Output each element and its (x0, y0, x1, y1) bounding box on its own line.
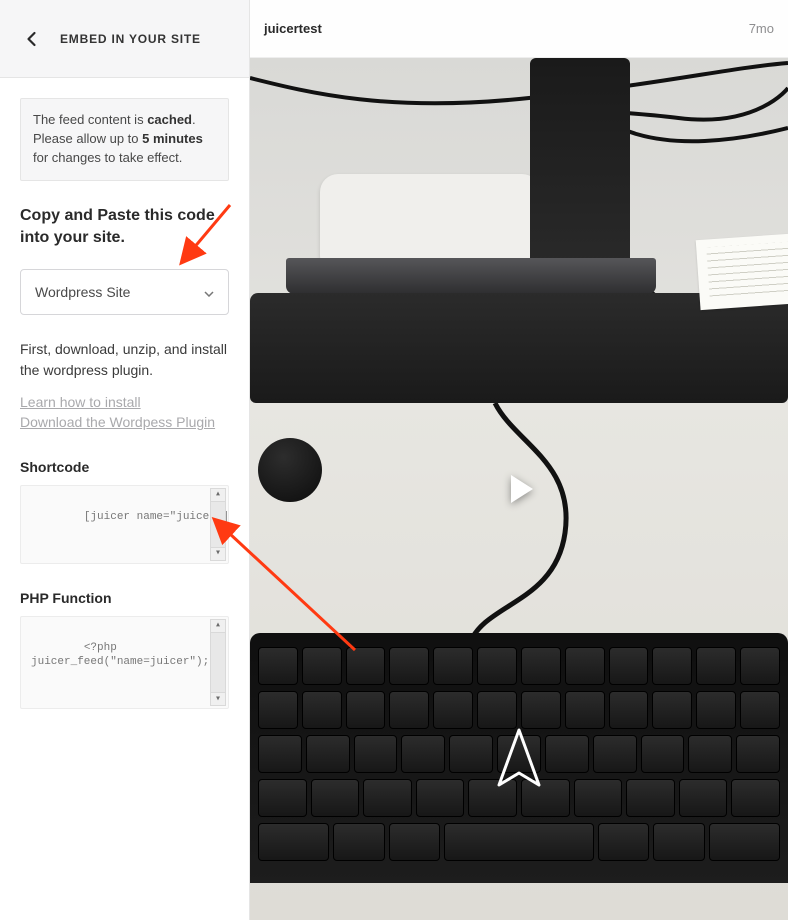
php-code: <?php juicer_feed("name=juicer"); ? (31, 642, 222, 668)
shortcode-block[interactable]: [juicer name="juicer"] ▴ ▾ (20, 485, 229, 564)
embed-sidebar: EMBED IN YOUR SITE The feed content is c… (0, 0, 250, 920)
learn-install-link[interactable]: Learn how to install (20, 392, 229, 412)
cache-notice: The feed content is cached. Please allow… (20, 98, 229, 181)
code-scrollbar[interactable]: ▴ ▾ (210, 619, 226, 706)
play-icon (497, 467, 541, 511)
scroll-up-icon[interactable]: ▴ (210, 619, 226, 633)
feed-preview: juicertest 7mo (250, 0, 788, 920)
code-scrollbar[interactable]: ▴ ▾ (210, 488, 226, 561)
feed-username[interactable]: juicertest (264, 21, 322, 36)
php-heading: PHP Function (20, 590, 229, 606)
platform-select[interactable]: Wordpress Site (20, 269, 229, 315)
feed-header: juicertest 7mo (250, 0, 788, 58)
shortcode-heading: Shortcode (20, 459, 229, 475)
sidebar-header: EMBED IN YOUR SITE (0, 0, 249, 78)
platform-select-value: Wordpress Site (35, 284, 130, 300)
sidebar-body: The feed content is cached. Please allow… (0, 78, 249, 729)
notice-bold-1: cached (147, 112, 192, 127)
shortcode-code: [juicer name="juicer"] (84, 511, 229, 523)
notice-text-3: for changes to take effect. (33, 150, 182, 165)
notice-text-1: The feed content is (33, 112, 147, 127)
scroll-down-icon[interactable]: ▾ (210, 692, 226, 706)
install-instructions: First, download, unzip, and install the … (20, 339, 229, 380)
feed-timestamp: 7mo (749, 21, 774, 36)
feed-media[interactable] (250, 58, 788, 920)
sidebar-title: EMBED IN YOUR SITE (60, 32, 201, 46)
php-block[interactable]: <?php juicer_feed("name=juicer"); ? ▴ ▾ (20, 616, 229, 709)
copy-paste-heading: Copy and Paste this code into your site. (20, 205, 229, 250)
play-button[interactable] (492, 462, 546, 516)
notice-bold-2: 5 minutes (142, 131, 203, 146)
chevron-down-icon (204, 284, 214, 300)
download-plugin-link[interactable]: Download the Wordpess Plugin (20, 412, 229, 432)
scroll-down-icon[interactable]: ▾ (210, 547, 226, 561)
back-button[interactable] (20, 27, 44, 51)
back-arrow-icon (24, 31, 40, 47)
scroll-up-icon[interactable]: ▴ (210, 488, 226, 502)
